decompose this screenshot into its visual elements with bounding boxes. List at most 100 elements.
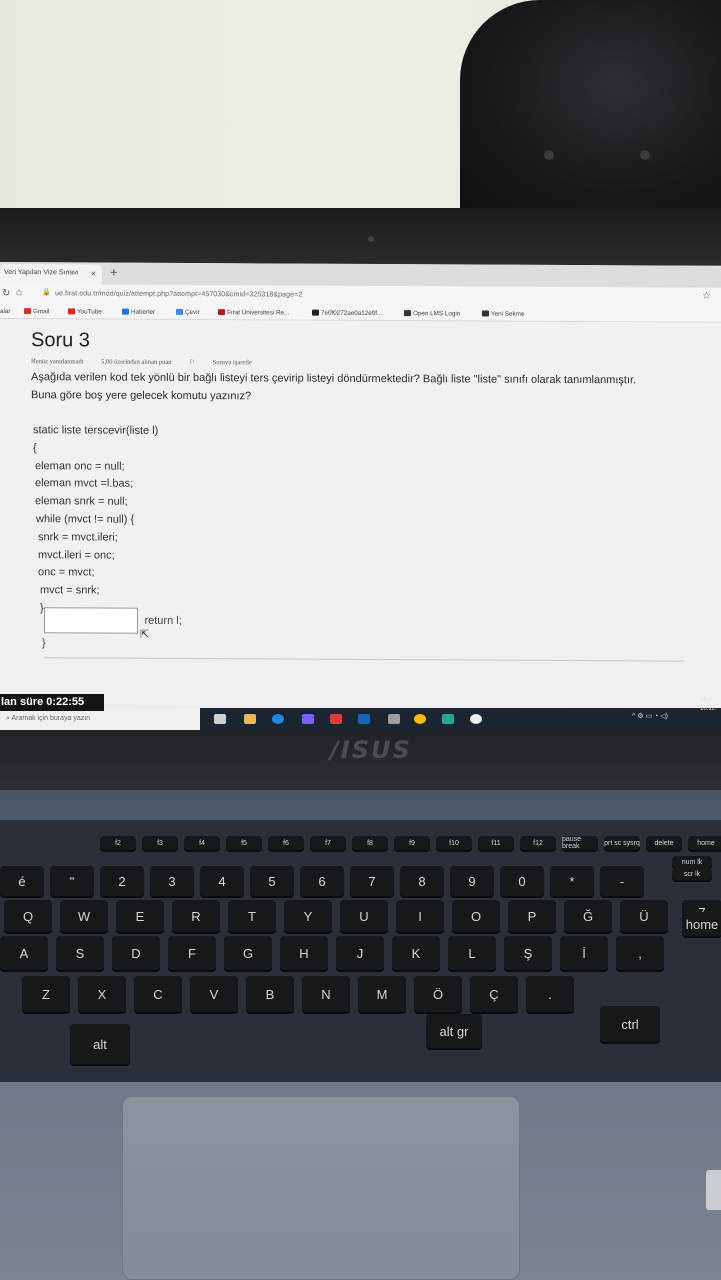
keyboard-key[interactable]: C	[134, 976, 182, 1012]
answer-input[interactable]	[44, 607, 138, 634]
keyboard-key[interactable]: f8	[352, 836, 388, 850]
keyboard-key[interactable]: .	[526, 976, 574, 1012]
keyboard-key[interactable]: V	[190, 976, 238, 1012]
keyboard-key[interactable]: 4	[200, 866, 244, 896]
app-icon[interactable]	[442, 714, 454, 724]
keyboard-key[interactable]: f5	[226, 836, 262, 850]
keyboard-key[interactable]: S	[56, 936, 104, 970]
keyboard-key[interactable]: alt	[70, 1024, 130, 1064]
office-icon[interactable]	[330, 714, 342, 724]
keyboard-key[interactable]: 3	[150, 866, 194, 896]
keyboard-key[interactable]: f11	[478, 836, 514, 850]
keyboard-key[interactable]: R	[172, 900, 220, 932]
keyboard-key[interactable]: ctrl	[600, 1006, 660, 1042]
keyboard-key[interactable]: 5	[250, 866, 294, 896]
taskbar-search-input[interactable]: ⌕ Aramak için buraya yazın	[0, 708, 200, 730]
keyboard-key[interactable]: 0	[500, 866, 544, 896]
keyboard-key[interactable]: f2	[100, 836, 136, 850]
keyboard-key[interactable]: scr lk	[672, 868, 712, 880]
keyboard-key[interactable]: U	[340, 900, 388, 932]
touchpad[interactable]	[122, 1096, 520, 1280]
keyboard-key[interactable]: 6	[300, 866, 344, 896]
keyboard-key[interactable]: Q	[4, 900, 52, 932]
keyboard-key[interactable]: home	[688, 836, 721, 850]
bookmark-item[interactable]: 7e0f0272ae0a12e0f...	[312, 309, 382, 317]
keyboard-key[interactable]: M	[358, 976, 406, 1012]
keyboard-key[interactable]: ,	[616, 936, 664, 970]
new-tab-button[interactable]: +	[110, 265, 118, 280]
keyboard-key[interactable]: P	[508, 900, 556, 932]
keyboard-key[interactable]: prt sc sysrq	[604, 836, 640, 850]
store-icon[interactable]	[302, 714, 314, 724]
keyboard-key[interactable]: "	[50, 866, 94, 896]
flag-question-link[interactable]: ⚐ Soruyu işaretle	[189, 359, 268, 366]
file-explorer-icon[interactable]	[244, 714, 256, 724]
bookmark-item[interactable]: Fırat Üniversitesi Re...	[218, 309, 289, 317]
app-icon[interactable]	[470, 714, 482, 724]
keyboard-key[interactable]: F	[168, 936, 216, 970]
system-tray-icons[interactable]: ^ ⚙ ▭ ◔ ◁)	[632, 712, 668, 720]
reload-icon[interactable]: ↻	[2, 288, 10, 299]
chrome-icon[interactable]	[414, 714, 426, 724]
keyboard-key[interactable]: Y	[284, 900, 332, 932]
keyboard-key[interactable]: Z	[22, 976, 70, 1012]
keyboard-key[interactable]: *	[550, 866, 594, 896]
taskbar-clock[interactable]: 16:0 10.12.	[700, 696, 717, 714]
keyboard-key[interactable]: f10	[436, 836, 472, 850]
bookmark-item[interactable]: Yeni Sekme	[482, 310, 524, 318]
keyboard-key[interactable]: B	[246, 976, 294, 1012]
keyboard-key[interactable]: J	[336, 936, 384, 970]
keyboard-key[interactable]: D	[112, 936, 160, 970]
keyboard-key[interactable]: A	[0, 936, 48, 970]
bookmark-item[interactable]: YouTube	[68, 308, 102, 316]
keyboard-key[interactable]: G	[224, 936, 272, 970]
keyboard-key[interactable]: T	[228, 900, 276, 932]
bookmark-item[interactable]: Open LMS Login	[404, 310, 460, 317]
close-icon[interactable]: ×	[91, 268, 96, 278]
keyboard-key[interactable]: 7	[350, 866, 394, 896]
edge-icon[interactable]	[272, 714, 284, 724]
keyboard-key[interactable]: -	[600, 866, 644, 896]
keyboard-key[interactable]: H	[280, 936, 328, 970]
keyboard-key[interactable]: 8	[400, 866, 444, 896]
keyboard-key[interactable]: 9	[450, 866, 494, 896]
keyboard-key[interactable]: Ö	[414, 976, 462, 1012]
bookmark-item[interactable]: alar	[0, 308, 11, 315]
keyboard-key[interactable]: num lk	[672, 856, 712, 868]
keyboard-key[interactable]: E	[116, 900, 164, 932]
keyboard-key[interactable]: f7	[310, 836, 346, 850]
bookmark-item[interactable]: Gmail	[24, 308, 49, 315]
keyboard-key[interactable]: alt gr	[426, 1014, 482, 1048]
keyboard-key[interactable]: f12	[520, 836, 556, 850]
keyboard-key[interactable]: 2	[100, 866, 144, 896]
url-input[interactable]: ue.firat.edu.tr/mod/quiz/attempt.php?att…	[55, 290, 302, 298]
keyboard-key[interactable]: f6	[268, 836, 304, 850]
bookmark-star-icon[interactable]: ☆	[702, 291, 711, 302]
bookmark-item[interactable]: Haberler	[122, 308, 155, 316]
mail-icon[interactable]	[358, 714, 370, 724]
keyboard-key[interactable]: X	[78, 976, 126, 1012]
keyboard-key[interactable]: N	[302, 976, 350, 1012]
keyboard-key[interactable]: f3	[142, 836, 178, 850]
usb-icon[interactable]	[388, 714, 400, 724]
keyboard-key[interactable]: pause break	[562, 836, 598, 850]
bookmark-item[interactable]: Çevir	[176, 308, 200, 316]
home-icon[interactable]: ⌂	[16, 287, 22, 298]
keyboard-key[interactable]: O	[452, 900, 500, 932]
keyboard-key[interactable]: K	[392, 936, 440, 970]
keyboard-key[interactable]: f4	[184, 836, 220, 850]
browser-tab[interactable]: Veri Yapıları Vize Sınavı ×	[0, 264, 102, 285]
keyboard-key[interactable]: é	[0, 866, 44, 896]
keyboard-key[interactable]: L	[448, 936, 496, 970]
keyboard-key[interactable]: home	[682, 912, 721, 936]
keyboard-key[interactable]: Ğ	[564, 900, 612, 932]
keyboard-key[interactable]: W	[60, 900, 108, 932]
keyboard-key[interactable]: I	[396, 900, 444, 932]
keyboard-key[interactable]: Ç	[470, 976, 518, 1012]
keyboard-key[interactable]: f9	[394, 836, 430, 850]
keyboard-key[interactable]: İ	[560, 936, 608, 970]
keyboard-key[interactable]: Ş	[504, 936, 552, 970]
keyboard-key[interactable]: delete	[646, 836, 682, 850]
task-view-icon[interactable]	[214, 714, 226, 724]
keyboard-key[interactable]: Ü	[620, 900, 668, 932]
